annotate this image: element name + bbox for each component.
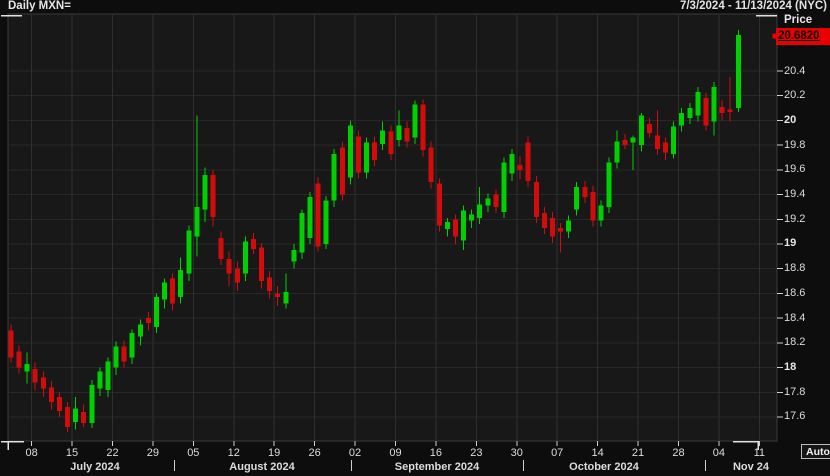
candle — [703, 93, 708, 130]
candle — [736, 30, 741, 112]
candle — [501, 157, 506, 218]
chart-title: Daily MXN= — [8, 0, 71, 12]
candle — [89, 380, 94, 428]
date-tick-label: 14 — [591, 447, 603, 459]
candle — [348, 120, 353, 184]
price-tick-label: 19 — [784, 237, 796, 249]
candle — [324, 196, 329, 249]
date-tick-label: 30 — [511, 447, 523, 459]
date-tick-label: 15 — [66, 447, 78, 459]
candle — [437, 179, 442, 232]
candle — [606, 157, 611, 213]
price-tick-label: 18.2 — [784, 336, 805, 348]
candle — [526, 136, 531, 187]
price-tick-label: 18.8 — [784, 262, 805, 274]
month-separator — [523, 460, 524, 471]
candle — [307, 192, 312, 244]
candle — [332, 149, 337, 207]
month-label: September 2024 — [395, 461, 479, 473]
candlestick-chart[interactable] — [0, 0, 830, 476]
month-label: October 2024 — [569, 461, 639, 473]
date-tick-label: 07 — [551, 447, 563, 459]
price-tick-label: 17.6 — [784, 410, 805, 422]
candle — [299, 209, 304, 258]
date-tick-label: 26 — [308, 447, 320, 459]
price-axis-title: Price — [784, 14, 812, 26]
date-tick-label: 11 — [754, 447, 765, 459]
date-tick-label: 02 — [349, 447, 361, 459]
month-label: August 2024 — [229, 461, 294, 473]
date-tick-label: 23 — [470, 447, 482, 459]
month-label: Nov 24 — [733, 461, 769, 473]
date-tick-label: 09 — [389, 447, 401, 459]
date-tick-label: 05 — [187, 447, 199, 459]
candle — [356, 130, 361, 178]
price-tick-label: 19.4 — [784, 188, 805, 200]
price-tick-label: 18.6 — [784, 287, 805, 299]
month-separator — [174, 460, 175, 471]
month-label: July 2024 — [70, 461, 120, 473]
date-tick-label: 28 — [672, 447, 684, 459]
candle — [316, 177, 321, 251]
price-tick-label: 20.2 — [784, 89, 805, 101]
date-tick-label: 19 — [268, 447, 280, 459]
date-tick-label: 12 — [228, 447, 240, 459]
date-tick-label: 21 — [632, 447, 644, 459]
date-tick-label: 08 — [25, 447, 37, 459]
price-tick-label: 18.4 — [784, 312, 805, 324]
price-tick-label: 18 — [784, 361, 796, 373]
date-tick-label: 16 — [430, 447, 442, 459]
month-separator — [351, 460, 352, 471]
price-tick-label: 19.6 — [784, 163, 805, 175]
candle — [429, 141, 434, 188]
candle — [671, 122, 676, 159]
date-tick-label: 29 — [147, 447, 159, 459]
date-range-label: 7/3/2024 - 11/13/2024 (NYC) — [680, 0, 827, 12]
price-tick-label: 20 — [784, 114, 796, 126]
candle — [413, 101, 418, 144]
price-tick-label: 19.2 — [784, 213, 805, 225]
date-tick-label: 22 — [106, 447, 118, 459]
month-separator — [705, 460, 706, 471]
candle — [421, 99, 426, 156]
price-tick-label: 20.4 — [784, 65, 805, 77]
candle — [534, 176, 539, 223]
price-tick-label: 17.8 — [784, 386, 805, 398]
candle — [186, 225, 191, 281]
last-price-badge: 20.6820 — [776, 28, 830, 45]
plot-area[interactable] — [8, 14, 777, 441]
price-tick-label: 19.8 — [784, 139, 805, 151]
chart-window: Daily MXN= 7/3/2024 - 11/13/2024 (NYC) P… — [0, 0, 830, 476]
candle — [340, 141, 345, 200]
auto-scale-button[interactable]: Auto — [801, 444, 830, 459]
date-tick-label: 04 — [713, 447, 725, 459]
